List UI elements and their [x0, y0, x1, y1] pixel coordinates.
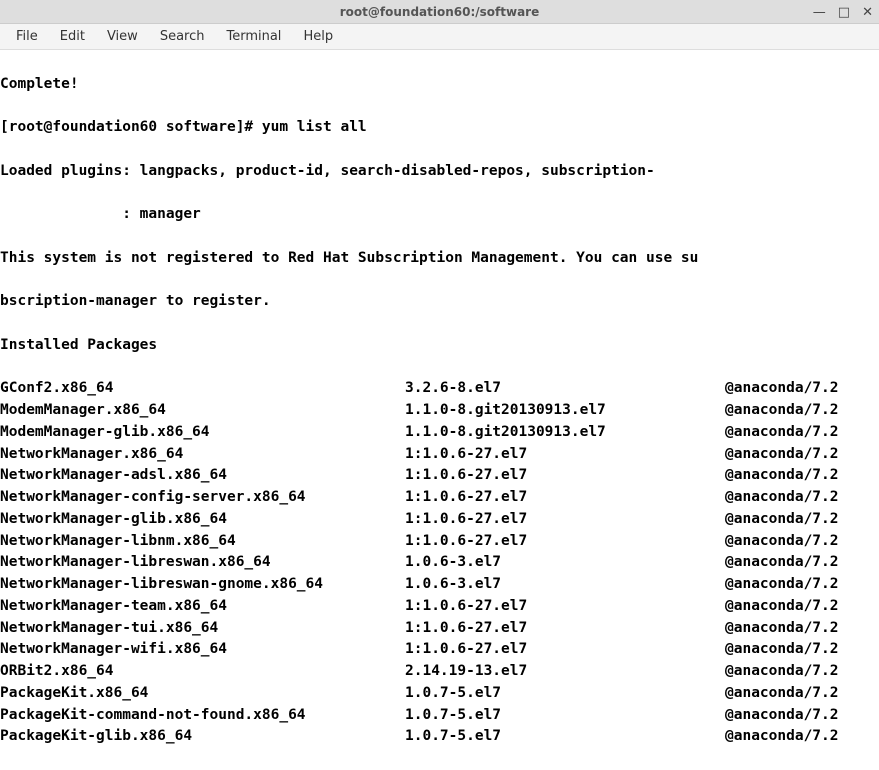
package-name: PackageKit-glib.x86_64	[0, 726, 405, 748]
menu-search[interactable]: Search	[150, 26, 215, 47]
package-name: NetworkManager-glib.x86_64	[0, 509, 405, 531]
package-repo: @anaconda/7.2	[725, 639, 839, 661]
package-row: ModemManager.x86_641.1.0-8.git20130913.e…	[0, 400, 879, 422]
package-row: NetworkManager-config-server.x86_641:1.0…	[0, 487, 879, 509]
package-repo: @anaconda/7.2	[725, 531, 839, 553]
menu-terminal[interactable]: Terminal	[216, 26, 291, 47]
package-version: 1:1.0.6-27.el7	[405, 509, 725, 531]
package-row: ModemManager-glib.x86_641.1.0-8.git20130…	[0, 422, 879, 444]
package-name: ModemManager.x86_64	[0, 400, 405, 422]
window-controls: — □ ✕	[813, 0, 873, 24]
package-version: 1:1.0.6-27.el7	[405, 465, 725, 487]
close-icon[interactable]: ✕	[862, 6, 873, 19]
package-repo: @anaconda/7.2	[725, 465, 839, 487]
package-version: 1.1.0-8.git20130913.el7	[405, 422, 725, 444]
package-version: 1:1.0.6-27.el7	[405, 487, 725, 509]
package-version: 1.0.6-3.el7	[405, 552, 725, 574]
term-line: This system is not registered to Red Hat…	[0, 248, 879, 270]
menu-bar: File Edit View Search Terminal Help	[0, 24, 879, 50]
package-version: 1.0.6-3.el7	[405, 574, 725, 596]
minimize-icon[interactable]: —	[813, 6, 826, 19]
menu-file[interactable]: File	[6, 26, 48, 47]
menu-help[interactable]: Help	[293, 26, 343, 47]
package-repo: @anaconda/7.2	[725, 444, 839, 466]
package-repo: @anaconda/7.2	[725, 552, 839, 574]
package-repo: @anaconda/7.2	[725, 378, 839, 400]
package-name: NetworkManager-config-server.x86_64	[0, 487, 405, 509]
terminal-output[interactable]: Complete! [root@foundation60 software]# …	[0, 50, 879, 770]
package-row: NetworkManager-libreswan.x86_641.0.6-3.e…	[0, 552, 879, 574]
package-repo: @anaconda/7.2	[725, 487, 839, 509]
package-row: PackageKit-glib.x86_641.0.7-5.el7@anacon…	[0, 726, 879, 748]
package-row: NetworkManager.x86_641:1.0.6-27.el7@anac…	[0, 444, 879, 466]
package-version: 1.0.7-5.el7	[405, 705, 725, 727]
package-row: GConf2.x86_643.2.6-8.el7@anaconda/7.2	[0, 378, 879, 400]
window-titlebar: root@foundation60:/software — □ ✕	[0, 0, 879, 24]
package-row: NetworkManager-wifi.x86_641:1.0.6-27.el7…	[0, 639, 879, 661]
term-line: Loaded plugins: langpacks, product-id, s…	[0, 161, 879, 183]
package-version: 1:1.0.6-27.el7	[405, 596, 725, 618]
package-repo: @anaconda/7.2	[725, 574, 839, 596]
package-repo: @anaconda/7.2	[725, 705, 839, 727]
package-version: 1:1.0.6-27.el7	[405, 618, 725, 640]
package-row: PackageKit-command-not-found.x86_641.0.7…	[0, 705, 879, 727]
window-title: root@foundation60:/software	[340, 5, 539, 19]
package-row: NetworkManager-adsl.x86_641:1.0.6-27.el7…	[0, 465, 879, 487]
term-line: : manager	[0, 204, 879, 226]
menu-edit[interactable]: Edit	[50, 26, 95, 47]
package-name: NetworkManager-libreswan-gnome.x86_64	[0, 574, 405, 596]
package-version: 1.0.7-5.el7	[405, 726, 725, 748]
package-name: NetworkManager-wifi.x86_64	[0, 639, 405, 661]
package-name: ORBit2.x86_64	[0, 661, 405, 683]
maximize-icon[interactable]: □	[838, 6, 850, 19]
package-version: 1:1.0.6-27.el7	[405, 639, 725, 661]
package-name: NetworkManager-libreswan.x86_64	[0, 552, 405, 574]
package-row: ORBit2.x86_642.14.19-13.el7@anaconda/7.2	[0, 661, 879, 683]
package-version: 1:1.0.6-27.el7	[405, 531, 725, 553]
package-row: PackageKit.x86_641.0.7-5.el7@anaconda/7.…	[0, 683, 879, 705]
term-line: bscription-manager to register.	[0, 291, 879, 313]
package-repo: @anaconda/7.2	[725, 422, 839, 444]
package-name: PackageKit.x86_64	[0, 683, 405, 705]
package-row: NetworkManager-tui.x86_641:1.0.6-27.el7@…	[0, 618, 879, 640]
package-repo: @anaconda/7.2	[725, 618, 839, 640]
package-row: NetworkManager-glib.x86_641:1.0.6-27.el7…	[0, 509, 879, 531]
term-line: Installed Packages	[0, 335, 879, 357]
package-version: 3.2.6-8.el7	[405, 378, 725, 400]
package-repo: @anaconda/7.2	[725, 596, 839, 618]
menu-view[interactable]: View	[97, 26, 148, 47]
package-row: NetworkManager-team.x86_641:1.0.6-27.el7…	[0, 596, 879, 618]
package-repo: @anaconda/7.2	[725, 400, 839, 422]
package-repo: @anaconda/7.2	[725, 683, 839, 705]
package-name: NetworkManager-libnm.x86_64	[0, 531, 405, 553]
package-version: 1.1.0-8.git20130913.el7	[405, 400, 725, 422]
package-version: 1:1.0.6-27.el7	[405, 444, 725, 466]
package-name: NetworkManager-adsl.x86_64	[0, 465, 405, 487]
package-repo: @anaconda/7.2	[725, 726, 839, 748]
package-row: NetworkManager-libreswan-gnome.x86_641.0…	[0, 574, 879, 596]
package-repo: @anaconda/7.2	[725, 661, 839, 683]
term-line: Complete!	[0, 74, 879, 96]
package-version: 1.0.7-5.el7	[405, 683, 725, 705]
package-repo: @anaconda/7.2	[725, 509, 839, 531]
term-line: [root@foundation60 software]# yum list a…	[0, 117, 879, 139]
package-name: PackageKit-command-not-found.x86_64	[0, 705, 405, 727]
package-name: GConf2.x86_64	[0, 378, 405, 400]
package-name: NetworkManager.x86_64	[0, 444, 405, 466]
package-version: 2.14.19-13.el7	[405, 661, 725, 683]
package-name: NetworkManager-tui.x86_64	[0, 618, 405, 640]
package-name: NetworkManager-team.x86_64	[0, 596, 405, 618]
package-name: ModemManager-glib.x86_64	[0, 422, 405, 444]
package-row: NetworkManager-libnm.x86_641:1.0.6-27.el…	[0, 531, 879, 553]
